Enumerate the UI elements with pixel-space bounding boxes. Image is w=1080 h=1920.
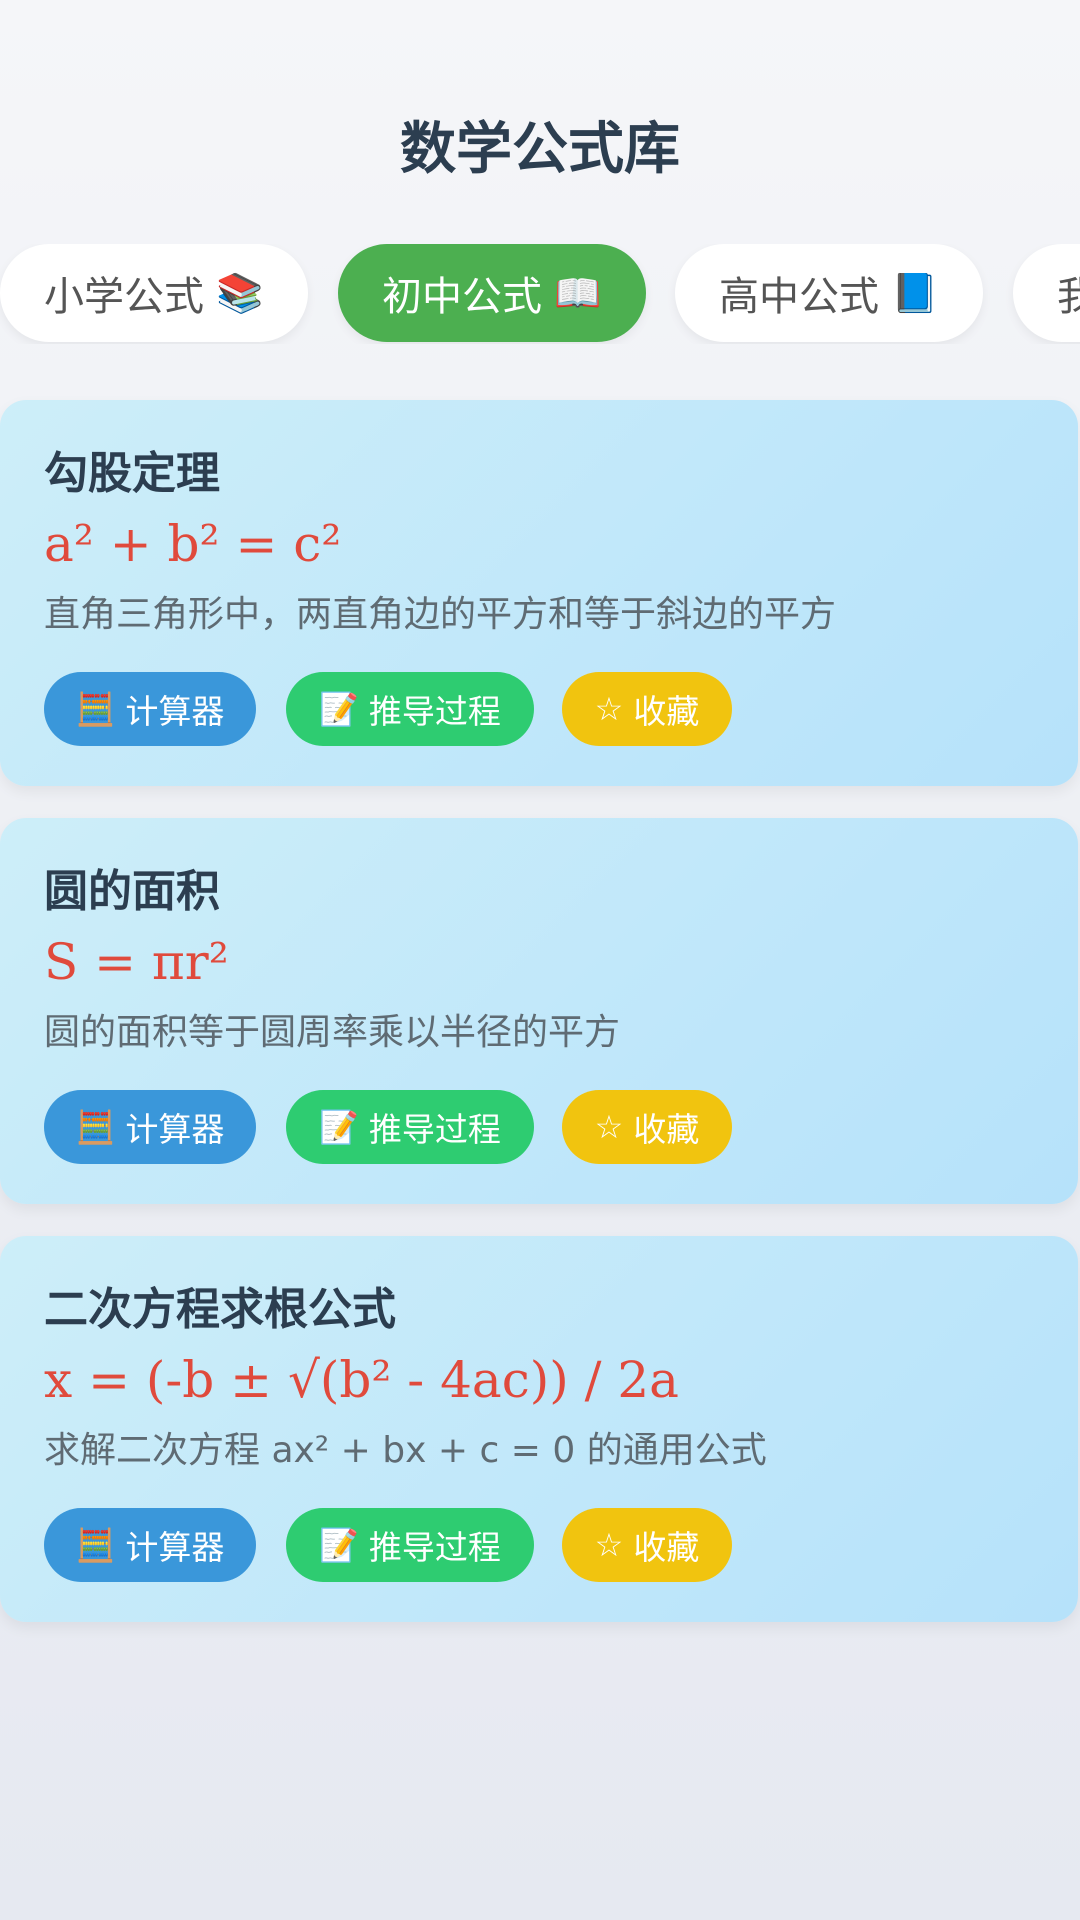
abacus-icon: 🧮 [75, 690, 116, 728]
button-label: 收藏 [633, 1110, 700, 1149]
blue-book-icon: 📘 [891, 270, 939, 315]
memo-icon: 📝 [319, 1526, 359, 1564]
button-label: 计算器 [125, 1528, 225, 1567]
button-label: 推导过程 [368, 1110, 501, 1149]
tab-senior-high[interactable]: 高中公式 📘 [675, 244, 983, 342]
derivation-button[interactable]: 📝 推导过程 [286, 1090, 534, 1164]
formula-title: 圆的面积 [44, 866, 220, 917]
button-label: 推导过程 [368, 1528, 501, 1567]
formula-description: 圆的面积等于圆周率乘以半径的平方 [44, 1012, 621, 1053]
tab-label: 初中公式 [382, 274, 542, 320]
category-tabs: 小学公式 📚 初中公式 📖 高中公式 📘 我 [0, 244, 1080, 344]
favorite-button[interactable]: ☆ 收藏 [562, 1090, 732, 1164]
favorite-button[interactable]: ☆ 收藏 [562, 1508, 732, 1582]
tab-label: 高中公式 [719, 274, 879, 320]
derivation-button[interactable]: 📝 推导过程 [286, 1508, 534, 1582]
formula-title: 二次方程求根公式 [44, 1284, 396, 1335]
abacus-icon: 🧮 [75, 1526, 116, 1564]
tab-junior-high[interactable]: 初中公式 📖 [338, 244, 646, 342]
formula-description: 直角三角形中，两直角边的平方和等于斜边的平方 [44, 594, 837, 635]
abacus-icon: 🧮 [75, 1108, 116, 1146]
formula-description: 求解二次方程 ax² + bx + c = 0 的通用公式 [44, 1430, 767, 1471]
formula-title: 勾股定理 [44, 448, 220, 499]
formula-expression: a² + b² = c² [44, 515, 342, 573]
favorite-button[interactable]: ☆ 收藏 [562, 672, 732, 746]
button-label: 收藏 [633, 1528, 700, 1567]
calculator-button[interactable]: 🧮 计算器 [44, 1090, 256, 1164]
memo-icon: 📝 [319, 690, 359, 728]
derivation-button[interactable]: 📝 推导过程 [286, 672, 534, 746]
memo-icon: 📝 [319, 1108, 359, 1146]
star-outline-icon: ☆ [594, 1526, 624, 1564]
formula-expression: x = (-b ± √(b² - 4ac)) / 2a [44, 1351, 679, 1409]
formula-expression: S = πr² [44, 933, 229, 991]
button-label: 计算器 [125, 692, 225, 731]
button-label: 收藏 [633, 692, 700, 731]
button-label: 计算器 [125, 1110, 225, 1149]
calculator-button[interactable]: 🧮 计算器 [44, 1508, 256, 1582]
books-icon: 📚 [216, 270, 264, 315]
tab-label: 小学公式 [44, 274, 204, 320]
tab-label: 我 [1057, 274, 1080, 320]
formula-card-quadratic: 二次方程求根公式 x = (-b ± √(b² - 4ac)) / 2a 求解二… [0, 1236, 1078, 1622]
star-outline-icon: ☆ [594, 1108, 624, 1146]
tab-mine[interactable]: 我 [1013, 244, 1080, 342]
open-book-icon: 📖 [554, 270, 602, 315]
button-label: 推导过程 [368, 692, 501, 731]
star-outline-icon: ☆ [594, 690, 624, 728]
tab-primary-school[interactable]: 小学公式 📚 [0, 244, 308, 342]
calculator-button[interactable]: 🧮 计算器 [44, 672, 256, 746]
page-title: 数学公式库 [400, 117, 680, 182]
formula-card-circle-area: 圆的面积 S = πr² 圆的面积等于圆周率乘以半径的平方 🧮 计算器 📝 推导… [0, 818, 1078, 1204]
formula-card-pythagorean: 勾股定理 a² + b² = c² 直角三角形中，两直角边的平方和等于斜边的平方… [0, 400, 1078, 786]
